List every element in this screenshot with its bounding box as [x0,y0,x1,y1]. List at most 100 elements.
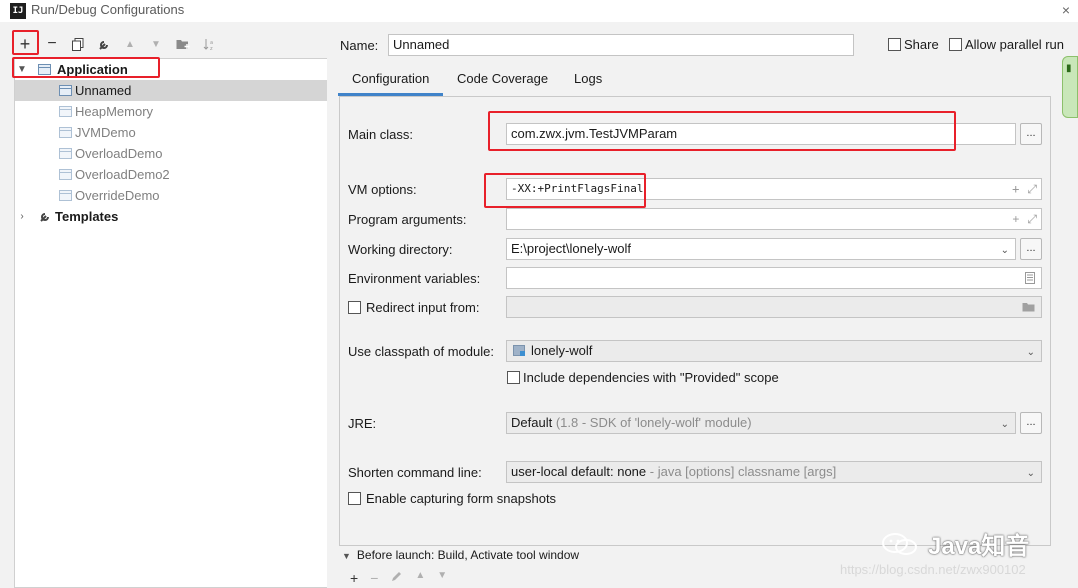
minus-icon[interactable]: − [370,570,378,586]
jre-combobox[interactable]: Default (1.8 - SDK of 'lonely-wolf' modu… [506,412,1016,434]
wrench-icon [98,40,108,50]
share-checkbox[interactable] [888,38,901,51]
sort-button[interactable]: az [200,32,220,56]
expand-icon[interactable]: ⤢ [1027,212,1037,226]
working-directory-combobox[interactable]: E:\project\lonely-wolf ⌄ [506,238,1016,260]
pencil-icon[interactable] [390,570,403,583]
chevron-down-icon[interactable]: ⌄ [1001,415,1009,433]
before-launch-header[interactable]: ▼ Before launch: Build, Activate tool win… [342,548,579,562]
shorten-command-line-combobox[interactable]: user-local default: none - java [options… [506,461,1042,483]
svg-text:z: z [210,46,213,51]
move-down-button[interactable]: ▼ [146,32,166,56]
environment-variables-input[interactable] [506,267,1042,289]
plus-icon[interactable]: + [1012,182,1019,196]
copy-configuration-button[interactable] [68,32,88,56]
tree-item-overloaddemo[interactable]: OverloadDemo [15,143,327,164]
working-directory-value: E:\project\lonely-wolf [511,241,631,256]
chevron-down-icon[interactable]: ▼ [15,64,29,75]
arrow-down-icon[interactable]: ▼ [437,570,447,586]
browse-main-class-button[interactable]: ... [1020,123,1042,145]
chevron-down-icon: ▼ [342,551,351,561]
watermark: Java知音 [880,526,1029,561]
arrow-up-icon: ▲ [125,38,135,50]
classpath-module-label: Use classpath of module: [348,344,494,359]
close-icon[interactable]: × [1062,0,1070,20]
configurations-panel: + − ▲ ▼ az ▼ Application Unnamed HeapMem… [0,22,330,588]
chevron-down-icon[interactable]: ⌄ [1001,241,1009,259]
arrow-up-icon[interactable]: ▲ [415,570,425,586]
chevron-right-icon[interactable]: › [15,211,29,222]
chevron-down-icon[interactable]: ⌄ [1027,464,1035,482]
tree-item-unnamed[interactable]: Unnamed [15,80,327,101]
include-provided-dependencies-checkbox[interactable] [507,371,520,384]
tab-code-coverage[interactable]: Code Coverage [443,66,562,96]
tree-item-heapmemory[interactable]: HeapMemory [15,101,327,122]
vm-options-value: -XX:+PrintFlagsFinal [511,182,644,195]
tree-item-jvmdemo[interactable]: JVMDemo [15,122,327,143]
before-launch-label: Before launch: Build, Activate tool wind… [356,548,580,562]
add-configuration-button[interactable]: + [15,32,35,56]
plus-icon[interactable]: + [1012,212,1019,226]
config-tabs: Configuration Code Coverage Logs [338,66,1078,96]
tree-node-label: Application [57,62,128,77]
intellij-app-icon: IJ [10,3,26,19]
new-folder-button[interactable] [173,32,193,56]
application-icon [38,64,51,75]
name-input[interactable]: Unnamed [388,34,854,56]
environment-variables-label: Environment variables: [348,271,481,286]
tree-item-overridedemo[interactable]: OverrideDemo [15,185,327,206]
allow-parallel-run-checkbox[interactable] [949,38,962,51]
vm-options-input[interactable]: -XX:+PrintFlagsFinal + ⤢ [506,178,1042,200]
tab-configuration[interactable]: Configuration [338,66,444,96]
expand-icon[interactable]: ⤢ [1027,182,1037,196]
name-label-text: Name: [340,38,379,53]
arrow-down-icon: ▼ [151,38,161,50]
redirect-input-label: Redirect input from: [366,300,480,315]
plus-icon[interactable]: + [350,570,358,586]
tree-item-overloaddemo2[interactable]: OverloadDemo2 [15,164,327,185]
side-panel-icon: ▮ [1066,63,1072,74]
configuration-form: Name: Unnamed Share Allow parallel run C… [338,22,1078,588]
jre-value: Default [511,415,553,430]
title-bar: IJ Run/Debug Configurations × [0,0,1078,22]
redirect-input-field[interactable] [506,296,1042,318]
module-icon [513,345,525,356]
enable-form-snapshots-checkbox[interactable] [348,492,361,505]
application-config-icon [59,85,72,96]
classpath-module-combobox[interactable]: lonely-wolf ⌄ [506,340,1042,362]
tree-item-label: OverloadDemo [75,146,163,161]
sort-icon: az [203,38,213,51]
jre-label: JRE: [348,416,377,431]
working-directory-label: Working directory: [348,242,453,257]
main-class-label: Main class: [348,127,414,142]
application-config-icon [59,148,72,159]
allow-parallel-run-label: Allow parallel run [965,37,1064,52]
watermark-text: Java知音 [928,533,1030,560]
browse-working-directory-button[interactable]: ... [1020,238,1042,260]
wechat-logo-icon [882,532,917,555]
chevron-down-icon[interactable]: ⌄ [1027,343,1035,361]
program-arguments-input[interactable]: + ⤢ [506,208,1042,230]
tree-item-label: OverrideDemo [75,188,160,203]
share-label: Share [904,37,939,52]
application-config-icon [59,127,72,138]
watermark-url: https://blog.csdn.net/zwx900102 [840,562,1026,577]
tree-node-application[interactable]: ▼ Application [15,59,327,80]
before-launch-toolbar: + − ▲ ▼ [350,570,447,586]
tab-logs[interactable]: Logs [560,66,616,96]
redirect-input-checkbox[interactable] [348,301,361,314]
tree-item-label: Unnamed [75,83,132,98]
browse-jre-button[interactable]: ... [1020,412,1042,434]
folder-icon[interactable] [1022,302,1035,312]
name-label: Name: [340,38,378,53]
move-up-button[interactable]: ▲ [120,32,140,56]
shorten-command-line-value: user-local default: none [511,464,647,479]
vm-options-label: VM options: [348,182,417,197]
document-icon[interactable] [1025,272,1035,284]
side-panel-tab[interactable]: ▮ [1062,56,1078,118]
edit-defaults-button[interactable] [94,32,114,56]
enable-form-snapshots-label: Enable capturing form snapshots [366,491,557,506]
remove-configuration-button[interactable]: − [42,32,62,56]
main-class-input[interactable]: com.zwx.jvm.TestJVMParam [506,123,1016,145]
tree-node-templates[interactable]: › Templates [15,206,327,227]
